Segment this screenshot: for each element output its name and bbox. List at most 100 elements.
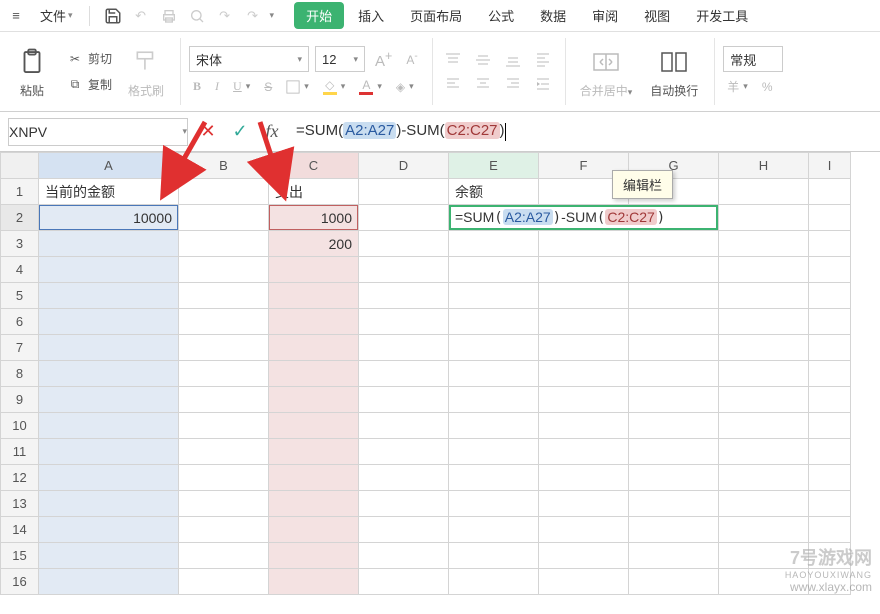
hamburger-icon[interactable]: ≡	[4, 4, 28, 28]
tab-view[interactable]: 视图	[632, 2, 682, 29]
row-header-10[interactable]: 10	[1, 413, 39, 439]
undo-button[interactable]: ↶	[130, 5, 152, 27]
row-header-9[interactable]: 9	[1, 387, 39, 413]
print-button[interactable]	[158, 5, 180, 27]
wrap-text-button[interactable]: 自动换行	[644, 42, 704, 101]
row-header-3[interactable]: 3	[1, 231, 39, 257]
format-painter-button[interactable]: 格式刷	[122, 42, 170, 101]
cut-label: 剪切	[88, 50, 112, 67]
cell-E1[interactable]: 余额	[449, 179, 539, 205]
tab-developer[interactable]: 开发工具	[684, 2, 760, 29]
cell-H1[interactable]	[719, 179, 809, 205]
row-header-8[interactable]: 8	[1, 361, 39, 387]
number-format-select[interactable]: 常规	[723, 46, 783, 72]
italic-button[interactable]: I	[211, 77, 223, 96]
print-preview-button[interactable]	[186, 5, 208, 27]
decrease-font-button[interactable]: A-	[402, 49, 421, 69]
qat-more-icon[interactable]: ▾	[270, 10, 275, 21]
row-header-4[interactable]: 4	[1, 257, 39, 283]
save-button[interactable]	[102, 5, 124, 27]
grid-table[interactable]: A B C D E F G H I 1 当前的金额 支出 余额 2 10000 …	[0, 152, 851, 595]
font-color-button[interactable]: A ▾	[355, 76, 386, 97]
confirm-formula-button[interactable]: ✓	[228, 120, 252, 144]
row-header-16[interactable]: 16	[1, 569, 39, 595]
cell-H2[interactable]	[719, 205, 809, 231]
fx-button[interactable]: fx	[260, 120, 284, 144]
bold-button[interactable]: B	[189, 77, 205, 96]
cell-C3[interactable]: 200	[269, 231, 359, 257]
merge-center-button[interactable]: 合并居中▾	[574, 42, 639, 101]
strike-button[interactable]: S	[260, 78, 276, 96]
currency-button[interactable]: 羊▾	[723, 76, 752, 97]
name-box[interactable]: XNPV ▾	[8, 118, 188, 146]
cell-C1[interactable]: 支出	[269, 179, 359, 205]
font-size-select[interactable]: 12 ▾	[315, 46, 365, 72]
row-header-12[interactable]: 12	[1, 465, 39, 491]
col-header-I[interactable]: I	[809, 153, 851, 179]
row-header-2[interactable]: 2	[1, 205, 39, 231]
tab-review[interactable]: 审阅	[580, 2, 630, 29]
tab-home[interactable]: 开始	[294, 2, 344, 29]
row-header-1[interactable]: 1	[1, 179, 39, 205]
copy-button[interactable]: ⧉ 复制	[62, 74, 116, 96]
row-header-14[interactable]: 14	[1, 517, 39, 543]
table-row: 2 10000 1000 =SUM(A2:A27)-SUM(C2:C27)	[1, 205, 851, 231]
cell-A3[interactable]	[39, 231, 179, 257]
cell-D1[interactable]	[359, 179, 449, 205]
row-header-7[interactable]: 7	[1, 335, 39, 361]
percent-button[interactable]: %	[758, 78, 777, 96]
fill-color-button[interactable]: ◇ ▾	[319, 76, 350, 97]
align-top-button[interactable]	[441, 50, 465, 70]
table-row: 11	[1, 439, 851, 465]
col-header-D[interactable]: D	[359, 153, 449, 179]
cell-I1[interactable]	[809, 179, 851, 205]
col-header-B[interactable]: B	[179, 153, 269, 179]
align-center-button[interactable]	[471, 74, 495, 94]
col-header-H[interactable]: H	[719, 153, 809, 179]
brush-icon	[128, 44, 164, 80]
clear-format-button[interactable]: ◈▾	[392, 78, 418, 96]
select-all-corner[interactable]	[1, 153, 39, 179]
cell-C2[interactable]: 1000	[269, 205, 359, 231]
name-box-value: XNPV	[9, 124, 47, 140]
col-header-E[interactable]: E	[449, 153, 539, 179]
tab-data[interactable]: 数据	[528, 2, 578, 29]
file-menu[interactable]: 文件 ▾	[36, 6, 77, 25]
paste-button[interactable]: 粘贴	[8, 42, 56, 101]
col-header-A[interactable]: A	[39, 153, 179, 179]
font-name-select[interactable]: 宋体 ▾	[189, 46, 309, 72]
redo-button[interactable]: ↷	[214, 5, 236, 27]
align-left-button[interactable]	[441, 74, 465, 94]
cell-D2[interactable]	[359, 205, 449, 231]
tab-insert[interactable]: 插入	[346, 2, 396, 29]
row-header-5[interactable]: 5	[1, 283, 39, 309]
clipboard-group: 粘贴 ✂ 剪切 ⧉ 复制 格式刷	[8, 38, 181, 105]
orientation-button[interactable]	[531, 50, 555, 70]
align-bottom-button[interactable]	[501, 50, 525, 70]
table-row: 10	[1, 413, 851, 439]
cell-E2-active[interactable]: =SUM(A2:A27)-SUM(C2:C27)	[449, 205, 719, 231]
border-button[interactable]: ▾	[282, 78, 313, 96]
formula-input[interactable]: =SUM(A2:A27)-SUM(C2:C27)	[292, 118, 872, 146]
cell-A1[interactable]: 当前的金额	[39, 179, 179, 205]
cell-B2[interactable]	[179, 205, 269, 231]
align-right-button[interactable]	[501, 74, 525, 94]
cell-A2[interactable]: 10000	[39, 205, 179, 231]
cancel-formula-button[interactable]: ✕	[196, 120, 220, 144]
underline-button[interactable]: U▾	[229, 77, 254, 96]
col-header-C[interactable]: C	[269, 153, 359, 179]
row-header-15[interactable]: 15	[1, 543, 39, 569]
indent-button[interactable]	[531, 74, 555, 94]
increase-font-button[interactable]: A+	[371, 47, 396, 72]
cell-B1[interactable]	[179, 179, 269, 205]
tab-formulas[interactable]: 公式	[476, 2, 526, 29]
cut-button[interactable]: ✂ 剪切	[62, 48, 116, 70]
row-header-11[interactable]: 11	[1, 439, 39, 465]
redo2-button[interactable]: ↷	[242, 5, 264, 27]
align-middle-button[interactable]	[471, 50, 495, 70]
tab-page-layout[interactable]: 页面布局	[398, 2, 474, 29]
cell-I2[interactable]	[809, 205, 851, 231]
chevron-down-icon: ▾	[174, 126, 187, 137]
row-header-13[interactable]: 13	[1, 491, 39, 517]
row-header-6[interactable]: 6	[1, 309, 39, 335]
